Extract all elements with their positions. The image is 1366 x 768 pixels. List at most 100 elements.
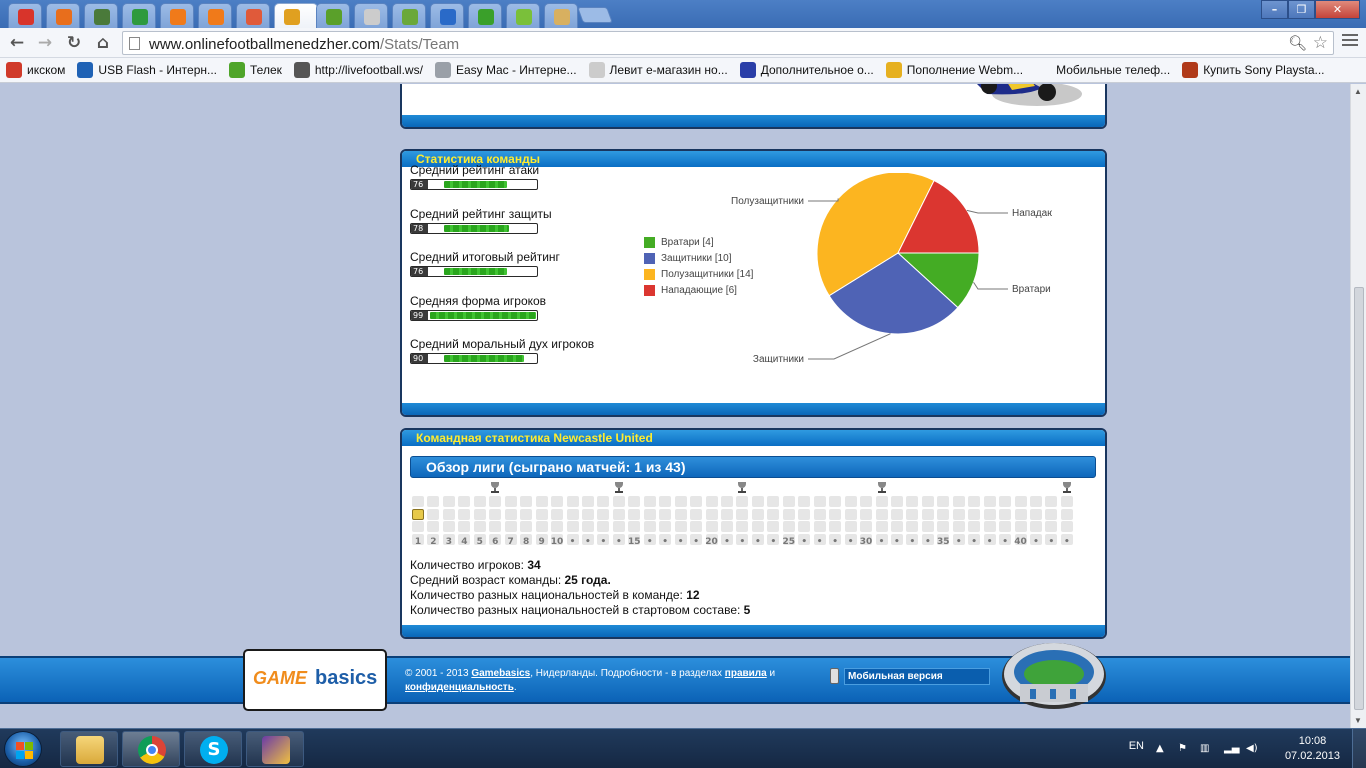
- browser-tab[interactable]: [392, 3, 426, 28]
- round-cell[interactable]: [860, 496, 873, 507]
- round-cell[interactable]: [798, 521, 811, 532]
- round-cell[interactable]: [535, 508, 548, 520]
- round-cell[interactable]: [1045, 508, 1058, 520]
- browser-tab[interactable]: [430, 3, 464, 28]
- round-cell[interactable]: [690, 496, 703, 507]
- round-cell[interactable]: [1014, 521, 1027, 532]
- round-cell[interactable]: [906, 521, 919, 532]
- round-cell[interactable]: [983, 508, 996, 520]
- round-cell[interactable]: [674, 496, 687, 507]
- round-cell[interactable]: [674, 508, 687, 520]
- home-icon[interactable]: ⌂: [91, 32, 115, 54]
- round-cell[interactable]: [721, 496, 733, 507]
- bookmark-item[interactable]: Телек: [229, 62, 282, 78]
- round-cell[interactable]: [906, 508, 919, 520]
- volume-icon[interactable]: ◀): [1246, 743, 1258, 755]
- round-cell[interactable]: [798, 508, 811, 520]
- round-cell[interactable]: [581, 521, 594, 532]
- round-cell[interactable]: [1030, 496, 1042, 507]
- scroll-up-icon[interactable]: ▲: [1354, 87, 1362, 96]
- round-cell[interactable]: [1060, 521, 1073, 532]
- round-cell[interactable]: [705, 508, 718, 520]
- browser-tab[interactable]: [84, 3, 118, 28]
- bookmark-item[interactable]: Купить Sony Playsta...: [1182, 62, 1325, 78]
- round-cell[interactable]: [674, 521, 687, 532]
- round-cell[interactable]: [736, 521, 749, 532]
- round-cell[interactable]: [551, 521, 564, 532]
- signal-icon[interactable]: ▂▄: [1224, 743, 1239, 755]
- round-cell[interactable]: [427, 496, 440, 507]
- round-cell[interactable]: [520, 496, 533, 507]
- tray-arrow-icon[interactable]: ▲: [1156, 743, 1168, 755]
- browser-tab[interactable]: [236, 3, 270, 28]
- round-cell[interactable]: [937, 521, 950, 532]
- round-cell[interactable]: [1060, 508, 1073, 520]
- round-cell[interactable]: [612, 521, 625, 532]
- bookmark-item[interactable]: Мобильные телеф...: [1035, 62, 1170, 78]
- round-cell[interactable]: [566, 508, 579, 520]
- round-cell[interactable]: [1045, 496, 1058, 507]
- round-cell[interactable]: [690, 508, 703, 520]
- round-cell[interactable]: [690, 521, 703, 532]
- round-cell[interactable]: [921, 521, 934, 532]
- round-cell[interactable]: [952, 496, 965, 507]
- maximize-button[interactable]: ❐: [1288, 0, 1315, 19]
- round-cell[interactable]: [721, 508, 733, 520]
- round-cell[interactable]: [890, 521, 903, 532]
- scroll-thumb[interactable]: [1354, 287, 1364, 710]
- language-indicator[interactable]: EN: [1129, 740, 1144, 752]
- round-cell[interactable]: [1030, 508, 1042, 520]
- reload-icon[interactable]: ↻: [62, 32, 86, 54]
- round-cell[interactable]: [921, 508, 934, 520]
- bookmark-item[interactable]: Дополнительное о...: [739, 62, 874, 78]
- round-cell[interactable]: [597, 521, 610, 532]
- menu-icon[interactable]: [1342, 34, 1358, 49]
- forward-arrow-icon[interactable]: →: [33, 32, 57, 54]
- round-cell[interactable]: [1014, 508, 1027, 520]
- page-scrollbar[interactable]: ▲ ▼: [1350, 84, 1366, 728]
- round-cell[interactable]: [473, 521, 486, 532]
- round-cell[interactable]: [458, 508, 471, 520]
- round-cell[interactable]: [782, 508, 795, 520]
- round-cell[interactable]: [829, 521, 842, 532]
- round-cell[interactable]: [813, 521, 826, 532]
- mobile-version-link[interactable]: Мобильная версия: [830, 667, 990, 685]
- browser-tab[interactable]: [468, 3, 502, 28]
- round-cell[interactable]: [813, 508, 826, 520]
- start-button[interactable]: [4, 731, 42, 767]
- bookmark-item[interactable]: Пополнение Webm...: [885, 62, 1023, 78]
- round-cell[interactable]: [751, 521, 764, 532]
- round-cell[interactable]: [767, 508, 780, 520]
- round-cell[interactable]: [520, 521, 533, 532]
- network-icon[interactable]: ▥: [1200, 743, 1212, 755]
- round-cell[interactable]: [1014, 496, 1027, 507]
- close-window-button[interactable]: ✕: [1315, 0, 1360, 19]
- round-cell[interactable]: [504, 521, 517, 532]
- bookmark-item[interactable]: USB Flash - Интерн...: [77, 62, 217, 78]
- browser-tab[interactable]: [122, 3, 156, 28]
- round-cell[interactable]: [736, 508, 749, 520]
- round-cell[interactable]: [581, 508, 594, 520]
- round-cell[interactable]: [612, 508, 625, 520]
- played-round-cell[interactable]: [412, 508, 424, 520]
- round-cell[interactable]: [983, 496, 996, 507]
- round-cell[interactable]: [1030, 521, 1042, 532]
- round-cell[interactable]: [921, 496, 934, 507]
- round-cell[interactable]: [442, 496, 455, 507]
- rules-link[interactable]: правила: [725, 668, 767, 679]
- zoom-icon[interactable]: 🔍︎: [1288, 34, 1307, 52]
- round-cell[interactable]: [937, 496, 950, 507]
- round-cell[interactable]: [782, 521, 795, 532]
- round-cell[interactable]: [597, 508, 610, 520]
- round-cell[interactable]: [628, 496, 641, 507]
- round-cell[interactable]: [581, 496, 594, 507]
- round-cell[interactable]: [890, 496, 903, 507]
- round-cell[interactable]: [535, 521, 548, 532]
- round-cell[interactable]: [1060, 496, 1073, 507]
- round-cell[interactable]: [520, 508, 533, 520]
- bookmark-item[interactable]: http://livefootball.ws/: [293, 62, 423, 78]
- round-cell[interactable]: [659, 508, 672, 520]
- round-cell[interactable]: [427, 508, 440, 520]
- round-cell[interactable]: [1045, 521, 1058, 532]
- round-cell[interactable]: [906, 496, 919, 507]
